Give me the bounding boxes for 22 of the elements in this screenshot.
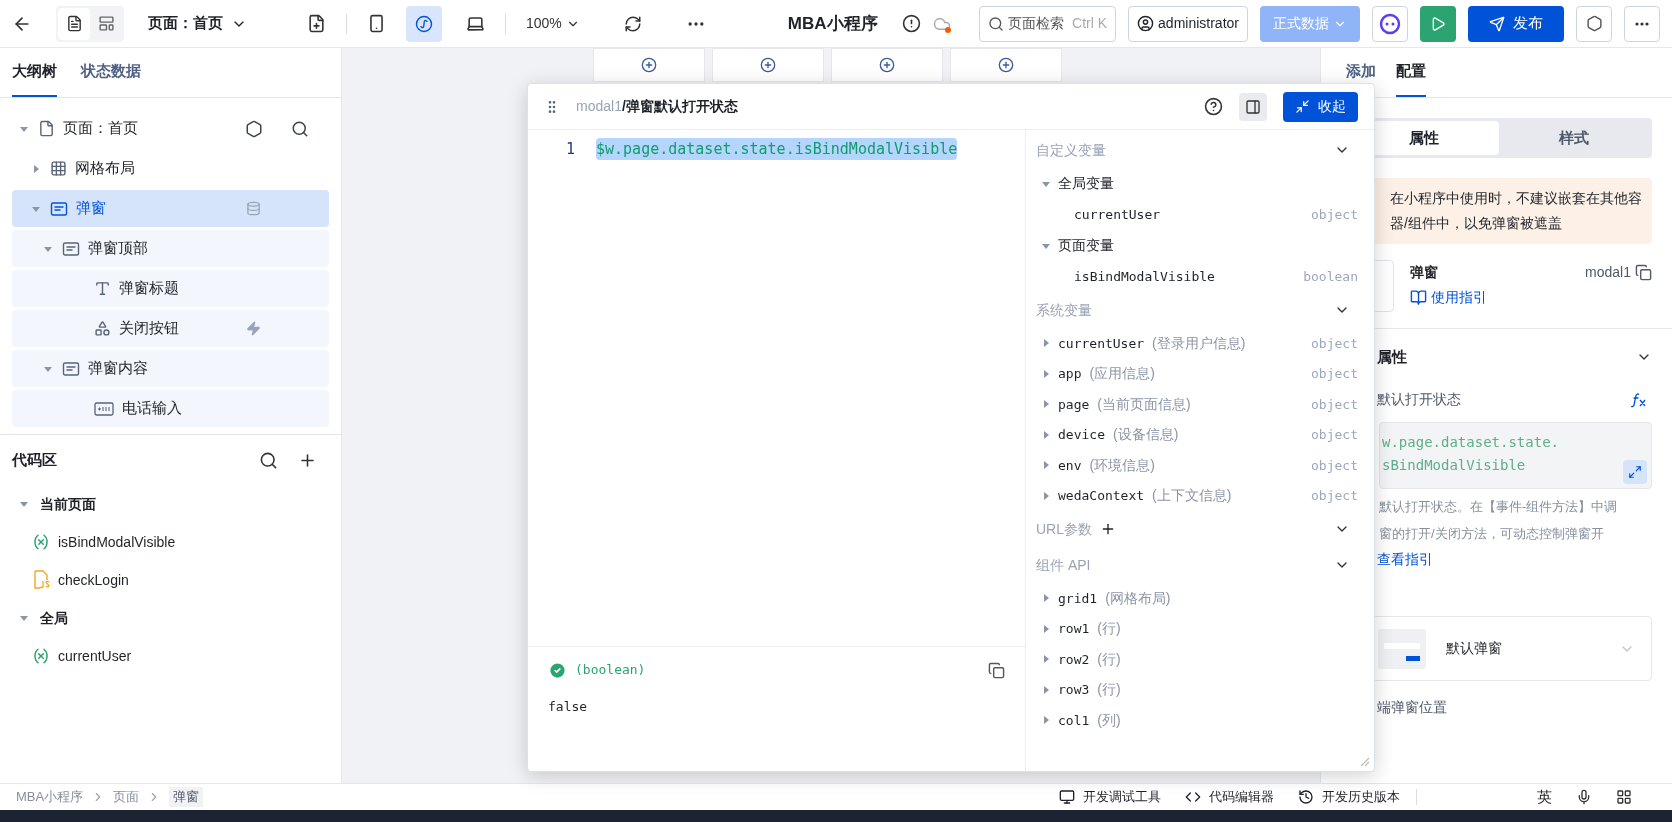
field-label: 默认打开状态 <box>1377 390 1461 409</box>
tree-label: 弹窗顶部 <box>88 238 148 259</box>
group-label: 全局 <box>40 608 68 628</box>
result-value: false <box>548 698 589 716</box>
component-id: modal1 <box>1585 263 1631 282</box>
tree-label: 关闭按钮 <box>119 318 179 339</box>
tree-label: 页面：首页 <box>63 118 138 139</box>
line-number: 1 <box>564 138 575 160</box>
tree-label: 网格布局 <box>75 158 135 179</box>
field-label: 端弹窗位置 <box>1376 698 1448 717</box>
tree-label: 弹窗 <box>76 198 106 219</box>
field-description: 默认打开状态。在【事件-组件方法】中调 窗的打开/关闭方法，可动态控制弹窗开 <box>1379 498 1619 543</box>
group-label: 当前页面 <box>40 494 96 514</box>
section-title: 代码区 <box>12 449 57 470</box>
editor-title: /弹窗默认打开状态 <box>621 97 738 116</box>
app-title: MBA小程序 <box>787 12 878 35</box>
result-type: (boolean) <box>575 661 646 680</box>
tree-label: 电话输入 <box>122 398 182 419</box>
component-name: 弹窗 <box>1410 263 1438 282</box>
tree-label: 弹窗内容 <box>88 358 148 379</box>
tree-label: 弹窗标题 <box>119 278 179 299</box>
editor-owner: modal1 <box>576 97 622 116</box>
